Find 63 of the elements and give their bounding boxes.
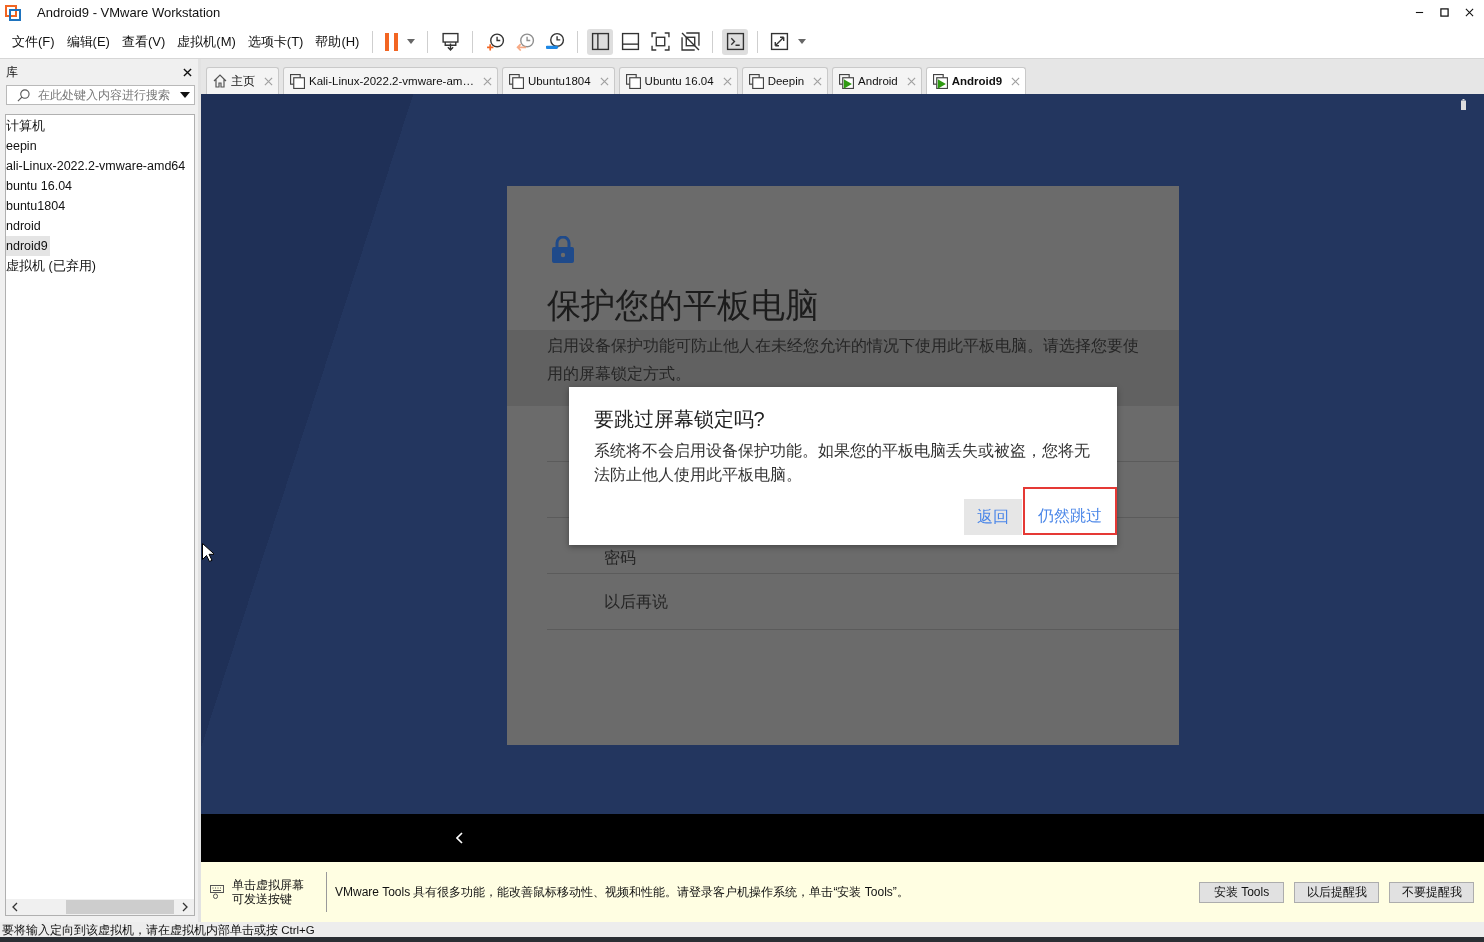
dialog-title: 要跳过屏幕锁定吗? [593,407,766,431]
battery-icon [1461,99,1466,110]
tab[interactable]: Kali-Linux-2022.2-vmware-am… [283,67,498,94]
library-item[interactable]: 计算机 [6,116,47,136]
library-item[interactable]: 虚拟机 (已弃用) [6,256,98,276]
clock-bar-icon [545,32,565,51]
hint-text: 单击虚拟屏幕可发送按键 [232,878,305,906]
library-item[interactable]: eepin [6,136,39,156]
keyboard-mouse-icon [210,885,224,899]
notification-button[interactable]: 安装 Tools [1199,881,1284,903]
terminal-icon [725,32,745,51]
maximize-icon[interactable] [1440,8,1449,17]
page-title: 保护您的平板电脑 [546,285,820,325]
fullscreen-icon [650,32,670,51]
mouse-pointer-icon [202,543,214,562]
page-description: 启用设备保护功能可防止他人在未经您允许的情况下使用此平板电脑。请选择您要使用的屏幕锁定方式。 [546,336,1139,384]
console-view-button[interactable] [722,28,749,55]
status-text: 要将输入定向到该虚拟机，请在虚拟机内部单击或按 Ctrl+G [2,922,315,937]
sidebar-layout-icon [590,32,610,51]
tab[interactable]: Deepin [741,67,829,94]
notification-message: VMware Tools 具有很多功能，能改善鼠标移动性、视频和性能。请登录客户机操作系统，单击“安装 Tools”。 [335,883,909,901]
menu-item[interactable]: 选项卡(T) [241,32,310,51]
notification-button[interactable]: 不要提醒我 [1389,881,1474,903]
crossed-windows-icon [680,32,700,51]
close-icon[interactable] [183,67,192,77]
menu-item[interactable]: 帮助(H) [309,32,366,51]
menu-item[interactable]: 查看(V) [115,32,172,51]
back-icon[interactable] [456,832,463,844]
lock-icon [551,236,574,263]
library-item[interactable]: buntu 16.04 [6,176,75,196]
tab[interactable]: Ubuntu1804 [501,67,615,94]
monitor-arrow-icon [440,32,460,51]
library-item[interactable]: ndroid [6,216,43,236]
tab[interactable]: 主页 [206,67,279,94]
tab[interactable]: Android [832,67,922,94]
caret-icon[interactable] [180,92,190,98]
bottom-panel-layout-icon [620,32,640,51]
library-item[interactable]: ali-Linux-2022.2-vmware-amd64 [6,156,188,176]
window-title: Android9 - VMware Workstation [37,5,221,20]
search-field[interactable]: 在此处键入内容进行搜索 [6,85,195,105]
menu-item[interactable]: 虚拟机(M) [171,32,242,51]
scroll-right-icon[interactable] [182,902,188,912]
clock-plus-icon [485,32,505,51]
menu-item[interactable]: 编辑(E) [60,32,116,51]
tab[interactable]: Android9 [925,67,1027,94]
dialog-button[interactable]: 仍然跳过 [1024,499,1115,533]
dialog-message: 系统将不会启用设备保护功能。如果您的平板电脑丢失或被盗，您将无法防止他人使用此平板电脑。 [593,441,1091,485]
scroll-left-icon[interactable] [12,902,18,912]
notification-button[interactable]: 以后提醒我 [1294,881,1379,903]
library-view-button[interactable] [587,28,614,55]
expand-arrows-icon [770,32,790,51]
close-icon[interactable] [1465,8,1474,17]
horizontal-scrollbar[interactable] [6,899,194,915]
clock-arrow-icon [515,32,535,51]
scrollbar-thumb[interactable] [66,900,174,914]
pause-icon [385,32,399,51]
library-item[interactable]: ndroid9 [6,236,50,256]
app-logo-icon [5,4,21,21]
library-title: 库 [6,63,18,81]
library-item[interactable]: buntu1804 [6,196,68,216]
search-icon [17,88,30,102]
menu-item[interactable]: 文件(F) [6,32,61,51]
tab[interactable]: Ubuntu 16.04 [618,67,738,94]
